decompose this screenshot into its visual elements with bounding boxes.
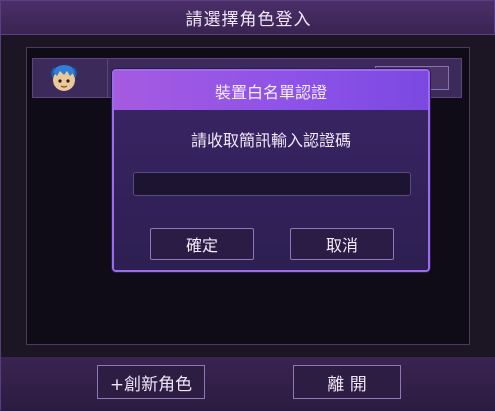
login-window: 請選擇角色登入 +創新角色 離 開 裝置白名單認證 請收取簡訊輸入認證碼 確定 …: [0, 0, 495, 411]
footer-bar: +創新角色 離 開: [1, 357, 495, 411]
leave-button[interactable]: 離 開: [293, 365, 401, 399]
dialog-prompt: 請收取簡訊輸入認證碼: [190, 131, 351, 150]
window-title: 請選擇角色登入: [185, 9, 312, 30]
blue-haired-character-avatar-icon: [47, 61, 81, 95]
row-divider: [107, 59, 108, 97]
confirm-button[interactable]: 確定: [150, 228, 254, 260]
verification-code-input[interactable]: [133, 172, 411, 196]
create-character-button[interactable]: +創新角色: [97, 365, 205, 399]
device-whitelist-dialog: 裝置白名單認證 請收取簡訊輸入認證碼 確定 取消: [112, 69, 430, 272]
cancel-button[interactable]: 取消: [290, 228, 394, 260]
dialog-title: 裝置白名單認證: [114, 71, 428, 110]
